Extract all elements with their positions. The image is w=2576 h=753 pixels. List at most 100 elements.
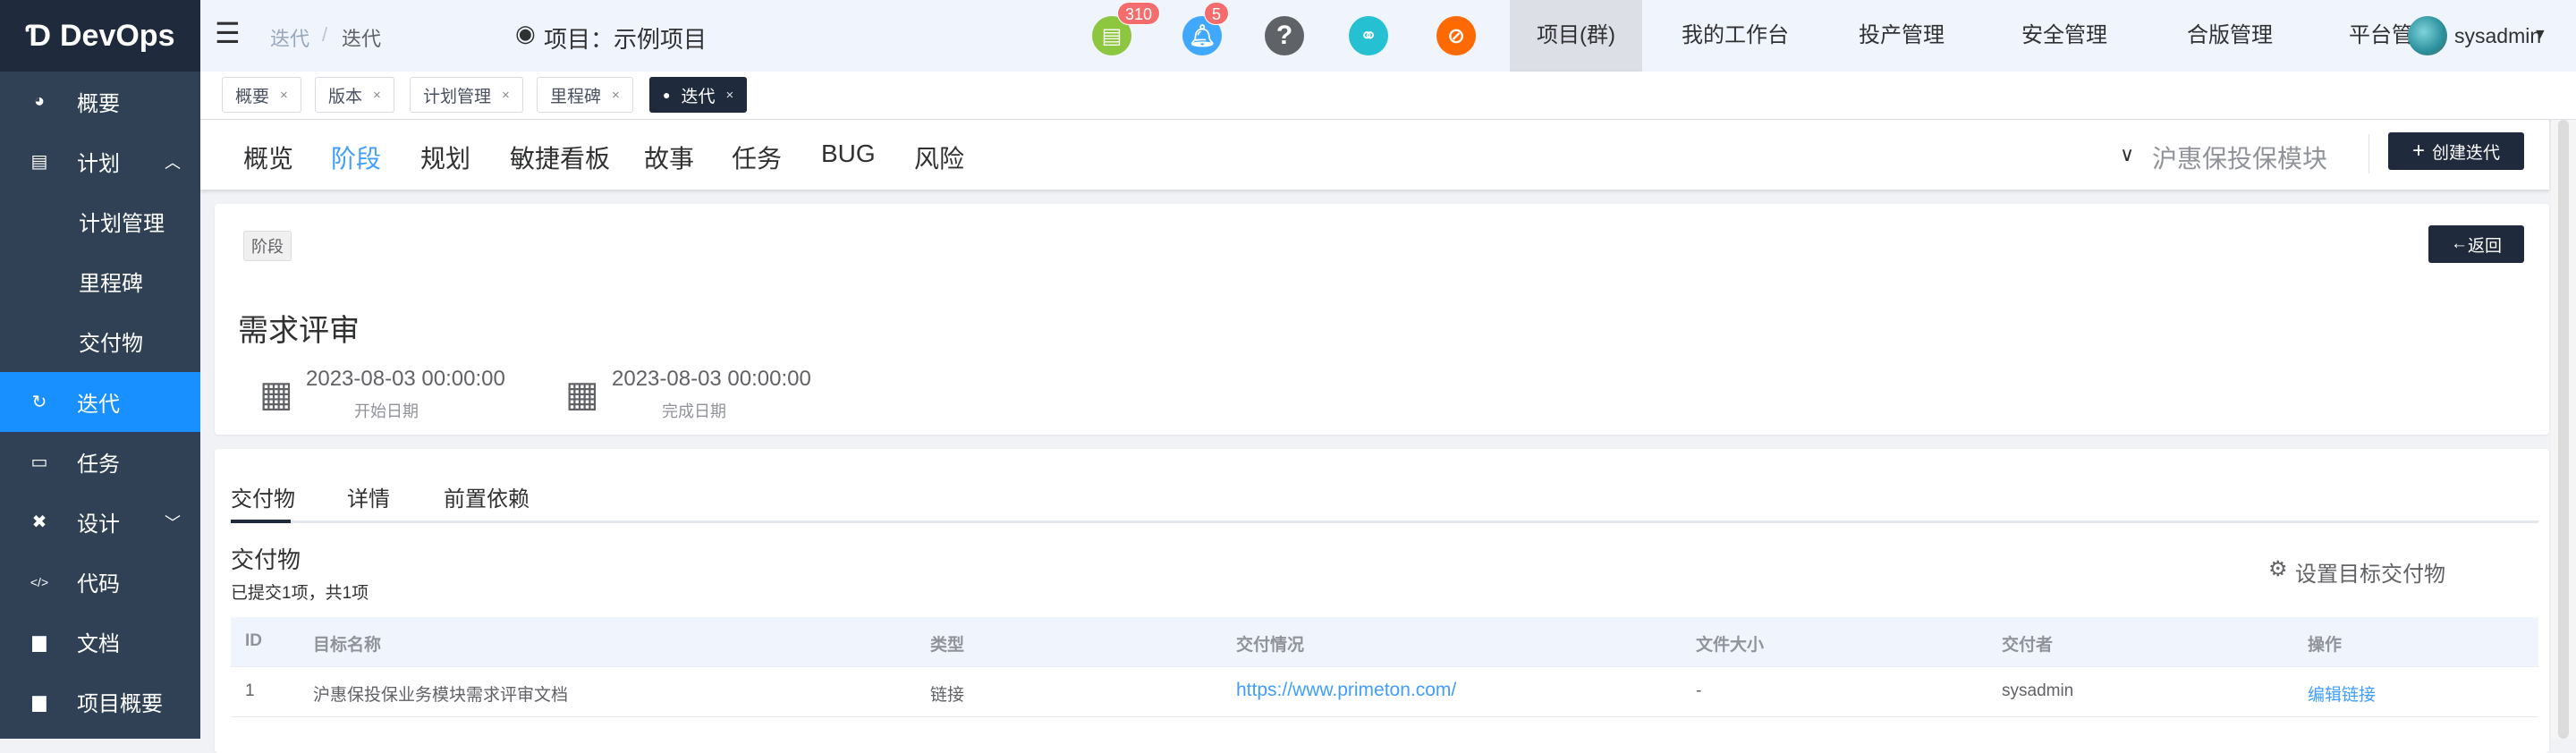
tag-overview[interactable]: 概要 ×	[222, 77, 301, 113]
detail-card: 交付物 详情 前置依赖 交付物 已提交1项，共1项 ⚙ 设置目标交付物 ID 目…	[215, 449, 2549, 753]
tag-iteration[interactable]: ● 迭代 ×	[649, 77, 748, 113]
sidebar-label: 任务	[77, 453, 120, 477]
avatar[interactable]	[2408, 16, 2447, 55]
sidebar-item-milestone[interactable]: 里程碑	[0, 251, 200, 311]
hamburger-menu-icon[interactable]: ☰	[215, 16, 241, 50]
sidebar-item-code[interactable]: </> 代码	[0, 552, 200, 612]
link-icon[interactable]: ⚭	[1349, 16, 1388, 55]
table-row: 1 沪惠保投保业务模块需求评审文档 链接 https://www.primeto…	[231, 667, 2538, 717]
sidebar-label: 迭代	[77, 393, 120, 417]
sidebar-item-design[interactable]: ✖ 设计 ﹀	[0, 492, 200, 552]
table-header: ID 目标名称 类型 交付情况 文件大小 交付者 操作	[231, 617, 2538, 667]
active-tab-indicator	[231, 520, 291, 523]
top-header: ☰ 迭代 / 迭代 ◉ 项目：示例项目 ▤ 310 🔔︎ 5 ? ⚭ ⊘ 项目(…	[200, 0, 2576, 72]
end-date-label: 完成日期	[662, 402, 726, 420]
sidebar-item-deliverables[interactable]: 交付物	[0, 311, 200, 371]
tabs-underline	[231, 520, 2538, 523]
subnav-bug[interactable]: BUG	[821, 140, 876, 168]
close-icon[interactable]: ×	[280, 88, 288, 103]
tab-deliverables[interactable]: 交付物	[231, 481, 295, 512]
column-header: 操作	[2308, 636, 2343, 655]
breadcrumb-current: 迭代	[342, 28, 382, 50]
chevron-down-icon[interactable]: ∨	[2120, 143, 2134, 166]
gear-icon[interactable]: ⚙	[2268, 556, 2288, 582]
sub-navigation: 概览 阶段 规划 敏捷看板 故事 任务 BUG 风险 ∨ 沪惠保投保模块 + 创建…	[200, 120, 2549, 190]
plan-icon: ▤	[30, 152, 48, 172]
sidebar-item-iteration[interactable]: ↻ 迭代	[0, 372, 200, 432]
nav-security[interactable]: 安全管理	[1995, 0, 2134, 72]
caret-down-icon[interactable]: ▼	[2533, 27, 2547, 43]
iteration-icon: ↻	[31, 393, 47, 412]
module-selector[interactable]: 沪惠保投保模块	[2152, 140, 2327, 175]
cell-size: -	[1696, 681, 1702, 700]
column-header: ID	[245, 631, 262, 650]
subnav-overview[interactable]: 概览	[243, 140, 293, 175]
stage-tag: 阶段	[243, 231, 292, 261]
sidebar-label: 计划	[77, 152, 120, 176]
logo-icon: Ɗ	[25, 18, 51, 53]
subnav-story[interactable]: 故事	[644, 140, 694, 175]
sidebar-label: 项目概要	[77, 692, 163, 716]
sidebar-item-project-summary[interactable]: ▆ 项目概要	[0, 672, 200, 732]
cell-delivery-link[interactable]: https://www.primeton.com/	[1236, 680, 1456, 701]
subnav-stage[interactable]: 阶段	[331, 140, 381, 175]
divider	[2368, 134, 2369, 173]
tag-label: 计划管理	[423, 87, 492, 106]
button-label: 创建迭代	[2432, 143, 2501, 163]
cell-name: 沪惠保投保业务模块需求评审文档	[313, 686, 569, 705]
brand-logo[interactable]: Ɗ DevOps	[0, 0, 200, 72]
tag-label: 版本	[328, 87, 363, 106]
sidebar: ◕ 概要 ▤ 计划 ︿ 计划管理 里程碑 交付物 ↻ 迭代 ▭ 任务 ✖ 设计 ﹀ </> 代码…	[0, 72, 200, 739]
set-target-deliverables-link[interactable]: 设置目标交付物	[2295, 556, 2445, 588]
nav-project-group[interactable]: 项目(群)	[1510, 0, 1642, 72]
project-label[interactable]: 项目：示例项目	[544, 21, 707, 55]
create-iteration-button[interactable]: + 创建迭代	[2388, 132, 2524, 170]
column-header: 类型	[930, 636, 965, 655]
design-icon: ✖	[31, 512, 47, 532]
doc-icon: ▆	[32, 692, 47, 712]
tab-details[interactable]: 详情	[347, 481, 390, 512]
tag-milestone[interactable]: 里程碑 ×	[537, 77, 633, 113]
sidebar-item-task[interactable]: ▭ 任务	[0, 432, 200, 492]
back-button[interactable]: ← 返回	[2428, 225, 2524, 263]
nav-production[interactable]: 投产管理	[1832, 0, 1971, 72]
block-icon[interactable]: ⊘	[1436, 16, 1476, 55]
brand-name: DevOps	[59, 18, 175, 53]
close-icon[interactable]: ×	[725, 88, 733, 103]
end-date: 2023-08-03 00:00:00	[612, 367, 811, 391]
sidebar-item-plan[interactable]: ▤ 计划 ︿	[0, 131, 200, 191]
cell-deliverer: sysadmin	[2002, 681, 2074, 700]
close-icon[interactable]: ×	[612, 88, 620, 103]
tab-dependencies[interactable]: 前置依赖	[444, 481, 530, 512]
sidebar-item-plan-management[interactable]: 计划管理	[0, 191, 200, 251]
nav-my-workbench[interactable]: 我的工作台	[1655, 0, 1816, 72]
tags-view: 概要 × 版本 × 计划管理 × 里程碑 × ● 迭代 ×	[200, 72, 2576, 120]
sidebar-item-overview[interactable]: ◕ 概要	[0, 72, 200, 131]
sidebar-label: 里程碑	[79, 272, 143, 296]
close-icon[interactable]: ×	[373, 88, 381, 103]
breadcrumb-item[interactable]: 迭代	[270, 23, 309, 52]
tag-plan-management[interactable]: 计划管理 ×	[410, 77, 523, 113]
chevron-down-icon: ﹀	[165, 513, 181, 532]
edit-link-button[interactable]: 编辑链接	[2308, 681, 2376, 706]
sidebar-label: 计划管理	[79, 212, 165, 236]
tag-version[interactable]: 版本 ×	[315, 77, 394, 113]
nav-merge[interactable]: 合版管理	[2160, 0, 2300, 72]
subnav-risk[interactable]: 风险	[914, 140, 964, 175]
cell-type: 链接	[930, 686, 965, 705]
tag-label: 里程碑	[550, 87, 602, 106]
username[interactable]: sysadmin	[2454, 24, 2541, 48]
column-header: 交付情况	[1236, 636, 1305, 655]
scrollbar-thumb[interactable]	[2558, 120, 2569, 739]
sidebar-label: 概要	[77, 92, 120, 116]
subnav-task[interactable]: 任务	[732, 140, 782, 175]
scrollbar[interactable]	[2551, 120, 2576, 739]
sidebar-item-docs[interactable]: ▆ 文档	[0, 612, 200, 672]
chevron-up-icon: ︿	[165, 153, 181, 172]
close-icon[interactable]: ×	[502, 88, 510, 103]
help-icon[interactable]: ?	[1265, 16, 1304, 55]
subnav-kanban[interactable]: 敏捷看板	[510, 140, 610, 175]
start-date: 2023-08-03 00:00:00	[306, 367, 505, 391]
subnav-planning[interactable]: 规划	[420, 140, 470, 175]
notification-badge: 5	[1204, 2, 1230, 25]
